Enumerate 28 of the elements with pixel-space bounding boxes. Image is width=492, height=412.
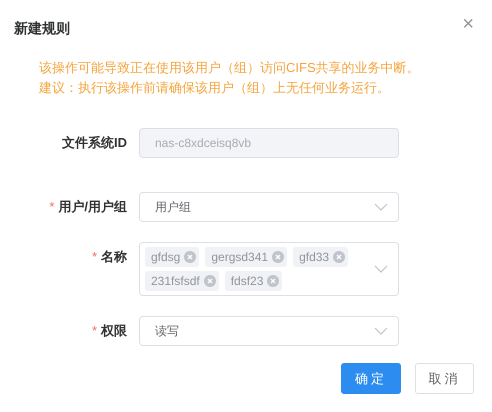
dialog-title: 新建规则	[14, 20, 70, 38]
label-text: 用户/用户组	[58, 199, 127, 214]
warning-text: 建议：执行该操作前请确保该用户（组）上无任何业务运行。	[39, 79, 391, 97]
tag: 231fsfsdf	[145, 271, 219, 291]
remove-tag-icon[interactable]	[333, 251, 346, 263]
cancel-button[interactable]: 取消	[415, 363, 474, 394]
remove-tag-icon[interactable]	[184, 251, 196, 263]
tag: gfd33	[293, 247, 348, 267]
select-field[interactable]: 读写	[139, 316, 399, 346]
chevron-down-icon	[374, 265, 388, 273]
label-text: 权限	[101, 323, 127, 338]
chevron-down-icon	[374, 203, 388, 211]
label-text: 文件系统ID	[62, 135, 127, 150]
required-mark: *	[92, 249, 97, 264]
required-mark: *	[92, 323, 97, 338]
label-text: 名称	[101, 249, 127, 264]
tag: fdsf23	[224, 271, 282, 291]
chevron-down-icon	[374, 327, 388, 335]
remove-tag-icon[interactable]	[204, 275, 216, 287]
required-mark: *	[49, 199, 54, 214]
close-button[interactable]: ×	[462, 14, 474, 34]
confirm-button[interactable]: 确定	[341, 363, 401, 394]
warning-text: 该操作可能导致正在使用该用户（组）访问CIFS共享的业务中断。	[39, 59, 421, 77]
remove-tag-icon[interactable]	[272, 251, 284, 263]
tag: gergsd341	[205, 247, 288, 267]
remove-tag-icon[interactable]	[267, 275, 280, 287]
tag: gfdsg	[145, 247, 200, 267]
select-field[interactable]: 用户组	[139, 192, 399, 222]
